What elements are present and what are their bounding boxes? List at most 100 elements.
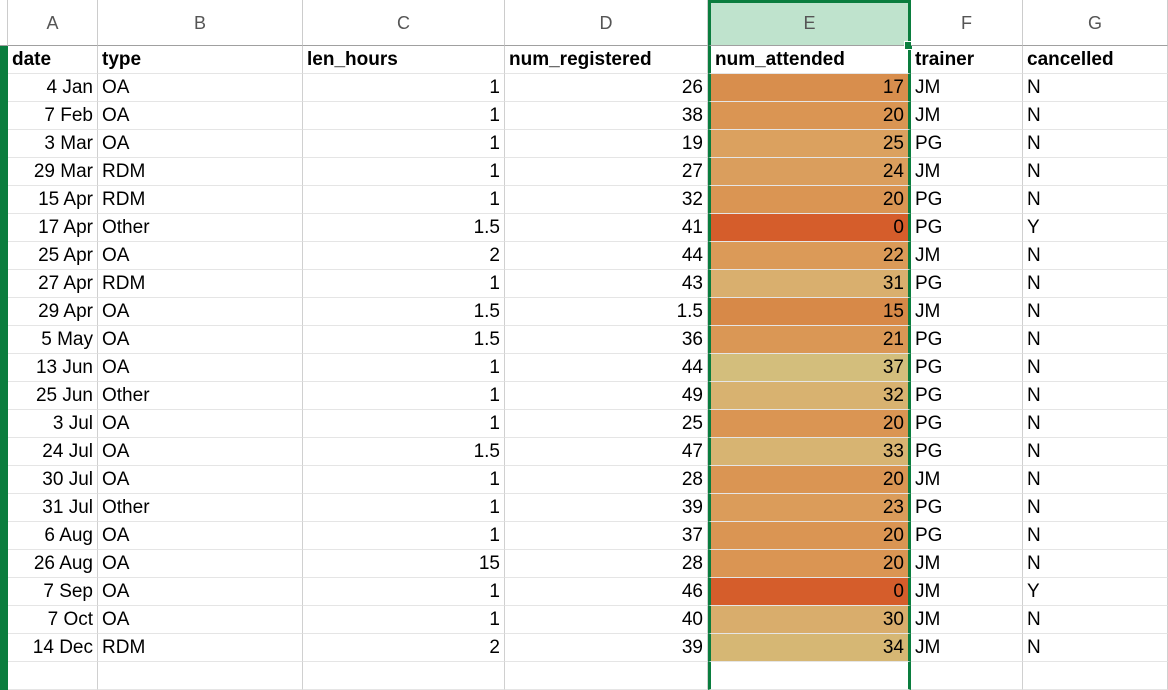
cell-len-hours[interactable]: 1.5 [303,214,505,242]
cell-trainer[interactable]: PG [911,130,1023,158]
cell-date[interactable]: 7 Feb [8,102,98,130]
cell-date[interactable]: 29 Mar [8,158,98,186]
cell-num-attended[interactable]: 30 [708,606,911,634]
cell-trainer[interactable]: JM [911,242,1023,270]
header-num-registered[interactable]: num_registered [505,46,708,74]
cell-cancelled[interactable]: N [1023,438,1168,466]
cell-type[interactable]: Other [98,494,303,522]
cell-type[interactable]: OA [98,466,303,494]
cell-num-attended[interactable]: 20 [708,186,911,214]
cell-num-registered[interactable]: 32 [505,186,708,214]
cell-num-registered[interactable]: 27 [505,158,708,186]
cell-cancelled[interactable]: N [1023,130,1168,158]
cell-num-registered[interactable]: 44 [505,242,708,270]
cell-trainer[interactable]: PG [911,410,1023,438]
cell-num-attended[interactable]: 25 [708,130,911,158]
cell-len-hours[interactable]: 1.5 [303,298,505,326]
cell-num-registered[interactable]: 47 [505,438,708,466]
cell-date[interactable]: 7 Sep [8,578,98,606]
cell-trainer[interactable]: PG [911,186,1023,214]
cell-type[interactable]: OA [98,326,303,354]
cell-num-attended[interactable]: 21 [708,326,911,354]
cell-cancelled[interactable]: N [1023,466,1168,494]
cell-trainer[interactable]: JM [911,102,1023,130]
cell-cancelled[interactable]: N [1023,102,1168,130]
cell-len-hours[interactable]: 1 [303,606,505,634]
cell-type[interactable]: OA [98,410,303,438]
empty-cell[interactable] [1023,662,1168,690]
cell-cancelled[interactable]: N [1023,298,1168,326]
cell-num-registered[interactable]: 40 [505,606,708,634]
cell-num-registered[interactable]: 46 [505,578,708,606]
cell-date[interactable]: 3 Mar [8,130,98,158]
cell-len-hours[interactable]: 1 [303,130,505,158]
cell-trainer[interactable]: PG [911,382,1023,410]
cell-date[interactable]: 25 Jun [8,382,98,410]
cell-len-hours[interactable]: 1 [303,102,505,130]
cell-num-registered[interactable]: 26 [505,74,708,102]
cell-cancelled[interactable]: N [1023,634,1168,662]
cell-cancelled[interactable]: N [1023,522,1168,550]
cell-num-attended[interactable]: 31 [708,270,911,298]
cell-len-hours[interactable]: 15 [303,550,505,578]
cell-date[interactable]: 3 Jul [8,410,98,438]
cell-date[interactable]: 25 Apr [8,242,98,270]
cell-date[interactable]: 17 Apr [8,214,98,242]
column-header-E[interactable]: E [708,0,911,46]
cell-num-registered[interactable]: 41 [505,214,708,242]
cell-num-attended[interactable]: 0 [708,578,911,606]
empty-cell[interactable] [708,662,911,690]
header-num-attended[interactable]: num_attended [708,46,911,74]
cell-len-hours[interactable]: 1 [303,74,505,102]
cell-trainer[interactable]: PG [911,354,1023,382]
cell-num-registered[interactable]: 25 [505,410,708,438]
cell-type[interactable]: RDM [98,634,303,662]
cell-cancelled[interactable]: N [1023,74,1168,102]
cell-cancelled[interactable]: N [1023,494,1168,522]
cell-date[interactable]: 24 Jul [8,438,98,466]
column-header-F[interactable]: F [911,0,1023,46]
cell-trainer[interactable]: PG [911,214,1023,242]
empty-cell[interactable] [505,662,708,690]
column-header-G[interactable]: G [1023,0,1168,46]
cell-date[interactable]: 15 Apr [8,186,98,214]
cell-num-registered[interactable]: 19 [505,130,708,158]
cell-len-hours[interactable]: 1 [303,410,505,438]
column-header-B[interactable]: B [98,0,303,46]
cell-num-registered[interactable]: 44 [505,354,708,382]
cell-cancelled[interactable]: N [1023,550,1168,578]
cell-num-registered[interactable]: 38 [505,102,708,130]
cell-type[interactable]: OA [98,606,303,634]
cell-trainer[interactable]: JM [911,550,1023,578]
empty-cell[interactable] [98,662,303,690]
cell-num-attended[interactable]: 20 [708,466,911,494]
cell-len-hours[interactable]: 1 [303,382,505,410]
cell-trainer[interactable]: JM [911,158,1023,186]
cell-type[interactable]: RDM [98,186,303,214]
cell-cancelled[interactable]: N [1023,326,1168,354]
cell-type[interactable]: OA [98,74,303,102]
cell-num-attended[interactable]: 20 [708,522,911,550]
empty-cell[interactable] [303,662,505,690]
cell-num-registered[interactable]: 1.5 [505,298,708,326]
spreadsheet-grid[interactable]: ABCDEFGdatetypelen_hoursnum_registerednu… [0,0,1168,690]
cell-len-hours[interactable]: 1 [303,494,505,522]
cell-num-attended[interactable]: 33 [708,438,911,466]
cell-len-hours[interactable]: 1 [303,186,505,214]
cell-cancelled[interactable]: Y [1023,214,1168,242]
header-len-hours[interactable]: len_hours [303,46,505,74]
cell-trainer[interactable]: JM [911,606,1023,634]
cell-len-hours[interactable]: 1 [303,158,505,186]
cell-date[interactable]: 14 Dec [8,634,98,662]
cell-cancelled[interactable]: N [1023,354,1168,382]
cell-type[interactable]: RDM [98,270,303,298]
cell-trainer[interactable]: JM [911,578,1023,606]
cell-num-attended[interactable]: 22 [708,242,911,270]
cell-trainer[interactable]: PG [911,522,1023,550]
cell-num-registered[interactable]: 37 [505,522,708,550]
cell-date[interactable]: 27 Apr [8,270,98,298]
cell-type[interactable]: OA [98,578,303,606]
cell-type[interactable]: OA [98,522,303,550]
cell-trainer[interactable]: PG [911,494,1023,522]
cell-date[interactable]: 31 Jul [8,494,98,522]
